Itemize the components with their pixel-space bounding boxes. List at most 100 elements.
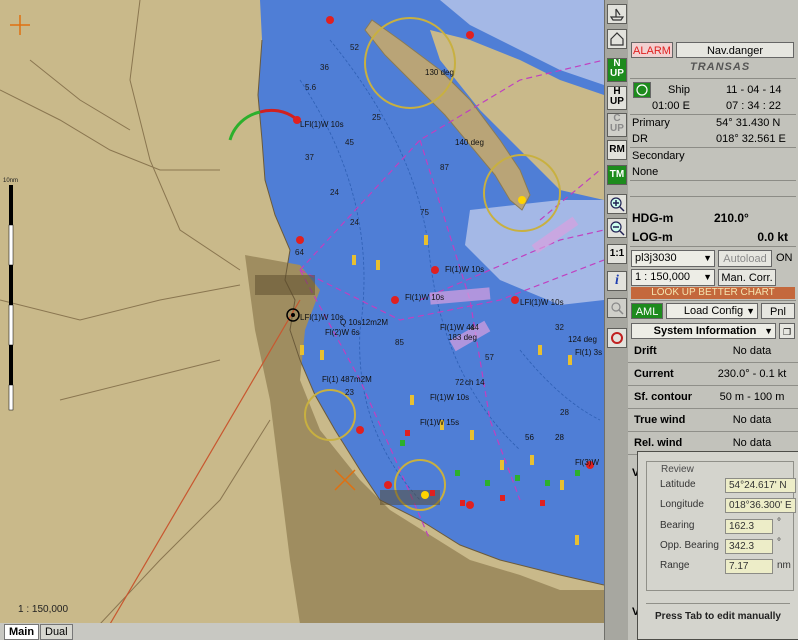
longitude-field[interactable]: 018°36.300' E [725, 498, 796, 513]
rel-wind-label: Rel. wind [634, 437, 683, 449]
svg-text:85: 85 [395, 338, 404, 347]
secondary-label: Secondary [632, 150, 685, 162]
zoom-in-button[interactable] [607, 194, 627, 214]
log-value: 0.0 kt [757, 230, 788, 244]
head-up-button[interactable]: H UP [607, 86, 627, 110]
range-label: Range [660, 560, 690, 571]
course-up-label: C UP [610, 113, 624, 134]
dr-lon-value: 018° 32.561 E [716, 133, 786, 145]
true-wind-label: True wind [634, 414, 686, 426]
rel-wind-value: No data [732, 437, 772, 449]
chart-label: 140 deg [455, 138, 484, 147]
zoom-out-icon [610, 221, 625, 236]
search-button[interactable] [607, 298, 627, 318]
load-config-value: Load Config [683, 305, 744, 317]
scale-1-1-button[interactable]: 1:1 [607, 244, 627, 264]
divider [630, 78, 796, 79]
opp-bearing-unit: ° [777, 537, 781, 548]
svg-text:72: 72 [455, 378, 464, 387]
scale-select[interactable]: 1 : 150,000 ▼ [631, 269, 715, 286]
aml-button[interactable]: AML [631, 303, 663, 319]
range-field[interactable]: 7.17 [725, 559, 773, 574]
tm-button[interactable]: TM [607, 165, 627, 185]
latitude-field[interactable]: 54°24.617' N [725, 478, 796, 493]
range-unit: nm [777, 560, 791, 571]
alarm-button[interactable]: ALARM [631, 42, 673, 58]
info-row-current: Current 230.0° - 0.1 kt [628, 364, 798, 386]
tab-dual[interactable]: Dual [40, 624, 73, 640]
refresh-icon [611, 332, 623, 344]
chart-scale-label: 1 : 150,000 [18, 604, 69, 615]
ship-label: Ship [668, 84, 691, 96]
svg-text:52: 52 [350, 43, 359, 52]
ship-icon-button[interactable] [607, 4, 627, 24]
autoload-button[interactable]: Autoload [718, 250, 772, 267]
course-up-button[interactable]: C UP [607, 113, 627, 137]
clock-toggle-button[interactable] [633, 82, 651, 98]
opp-bearing-label: Opp. Bearing [660, 540, 719, 551]
chart-toolbar: N UP H UP C UP RM TM 1:1 i [604, 0, 629, 640]
north-up-label: N UP [610, 58, 624, 79]
detach-panel-button[interactable]: ❐ [779, 323, 795, 339]
brand-logo: TRANSAS [690, 61, 751, 73]
hdg-label: HDG-m [632, 211, 674, 225]
chart-label: Fl(1)W 10s [430, 393, 469, 402]
info-button[interactable]: i [607, 271, 627, 291]
tab-main[interactable]: Main [4, 624, 40, 640]
secondary-value: None [632, 166, 659, 178]
chart-view[interactable]: 10nm 52 36 5.6 45 25 24 64 87 75 32 44 8… [0, 0, 604, 624]
nautical-chart[interactable]: 10nm 52365.6 452524 648775 324485 722328… [0, 0, 604, 624]
zoom-out-button[interactable] [607, 218, 627, 238]
pnl-button[interactable]: Pnl [761, 303, 795, 319]
svg-text:32: 32 [555, 323, 564, 332]
sf-contour-value: 50 m - 100 m [719, 391, 785, 403]
chart-label: LFl(1)W 10s [300, 313, 344, 322]
svg-text:24: 24 [330, 188, 339, 197]
review-popup: Review Latitude 54°24.617' N Longitude 0… [637, 451, 798, 640]
nav-danger-button[interactable]: Nav.danger [676, 42, 794, 58]
svg-text:25: 25 [372, 113, 381, 122]
longitude-label: Longitude [660, 499, 704, 510]
zoom-in-icon [610, 197, 625, 212]
svg-text:24: 24 [350, 218, 359, 227]
chevron-down-icon: ▼ [746, 306, 755, 316]
route-icon-button[interactable] [607, 29, 627, 49]
review-title: Review [659, 464, 696, 475]
north-up-button[interactable]: N UP [607, 58, 627, 82]
rm-button[interactable]: RM [607, 140, 627, 160]
svg-text:64: 64 [295, 248, 304, 257]
divider [630, 147, 796, 148]
svg-text:57: 57 [485, 353, 494, 362]
chart-label: Fl(1)W 15s [420, 418, 459, 427]
primary-label: Primary [632, 117, 670, 129]
chart-label: Fl(1) 3s [575, 348, 602, 357]
bearing-label: Bearing [660, 520, 695, 531]
man-corr-button[interactable]: Man. Corr. [718, 269, 776, 286]
info-row-drift: Drift No data [628, 341, 798, 363]
opp-bearing-field[interactable]: 342.3 [725, 539, 773, 554]
svg-text:36: 36 [320, 63, 329, 72]
chart-name-value: pl3j3030 [635, 252, 677, 264]
chart-label: Fl(1)W 4s [440, 323, 475, 332]
drift-label: Drift [634, 345, 657, 357]
divider [630, 180, 796, 181]
zone-value: 01:00 E [652, 100, 690, 112]
latitude-label: Latitude [660, 479, 696, 490]
chevron-down-icon: ▼ [764, 326, 773, 336]
bearing-field[interactable]: 162.3 [725, 519, 773, 534]
undo-button[interactable] [607, 328, 627, 348]
date-value: 11 - 04 - 14 [726, 84, 782, 96]
house-icon [610, 32, 624, 46]
chart-name-select[interactable]: pl3j3030 ▼ [631, 250, 715, 267]
head-up-label: H UP [610, 86, 624, 107]
chart-label: 183 deg [448, 333, 477, 342]
divider [630, 114, 796, 115]
svg-text:75: 75 [420, 208, 429, 217]
system-information-select[interactable]: System Information ▼ [631, 323, 776, 339]
chart-tabs: Main Dual [0, 623, 604, 640]
load-config-select[interactable]: Load Config ▼ [666, 303, 758, 319]
chart-label: 130 deg [425, 68, 454, 77]
chart-label: Fl(1)W 10s [405, 293, 444, 302]
info-row-sf-contour: Sf. contour 50 m - 100 m [628, 387, 798, 409]
svg-text:37: 37 [305, 153, 314, 162]
